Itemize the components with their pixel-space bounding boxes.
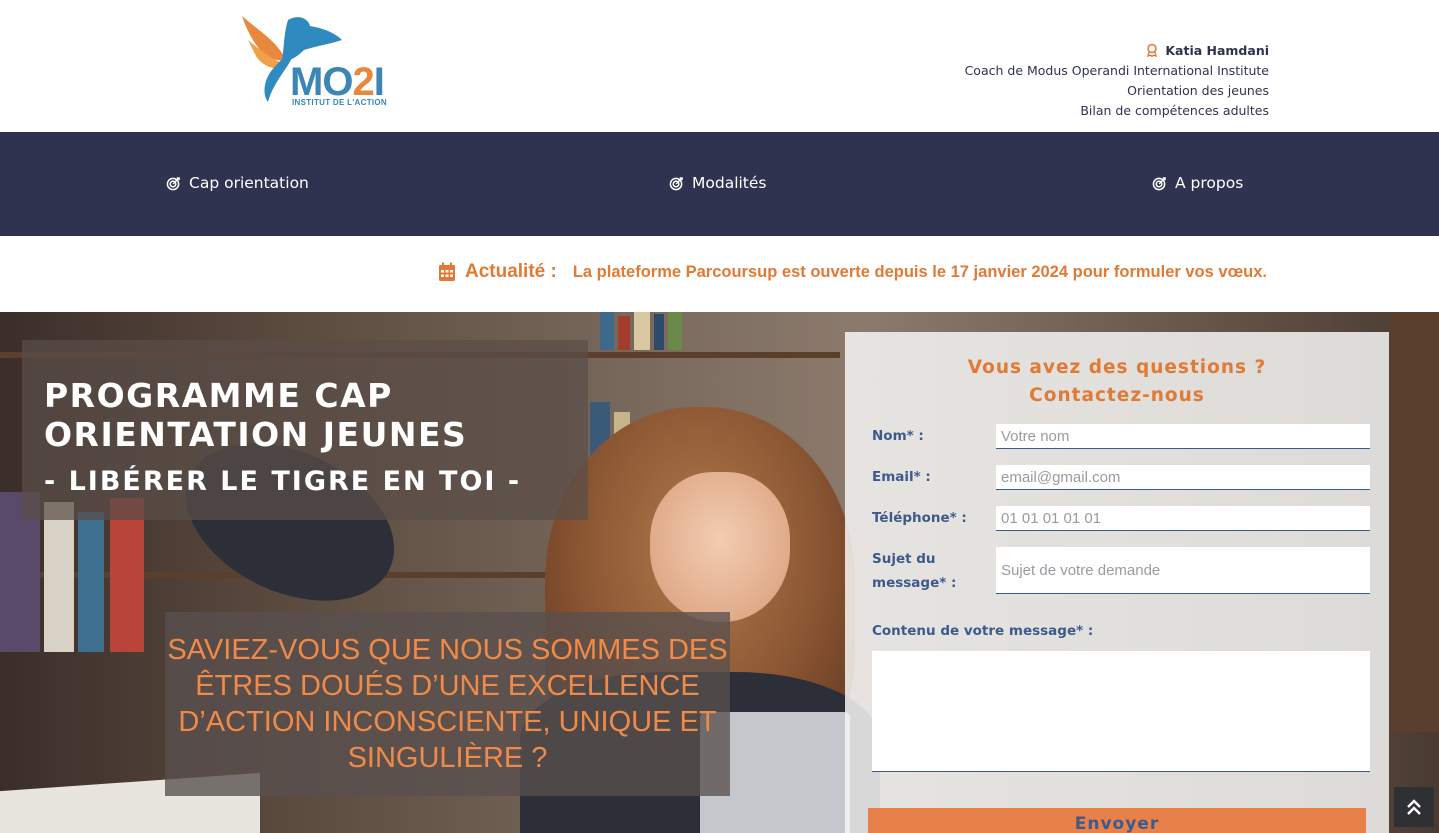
coach-line-3: Bilan de compétences adultes [1080,103,1269,118]
form-title-line-2: Contactez-nous [1029,385,1205,406]
double-chevron-up-icon [1407,799,1421,815]
phone-field[interactable] [996,506,1370,531]
nav-item-a-propos[interactable]: A propos [1152,174,1243,192]
coach-line-1: Coach de Modus Operandi International In… [964,63,1269,78]
hero-section: PROGRAMME CAP ORIENTATION JEUNES - LIBÉR… [0,312,1439,833]
coach-name-row: Katia Hamdani [965,41,1269,61]
coach-line-2: Orientation des jeunes [1127,83,1269,98]
subject-label-line-2: message* : [872,575,957,591]
target-icon [166,176,180,190]
contact-form: Vous avez des questions ? Contactez-nous… [845,332,1389,833]
message-field[interactable] [872,651,1370,772]
nav-item-cap-orientation[interactable]: Cap orientation [166,174,309,192]
logo-subtitle: INSTITUT DE L'ACTION [292,98,388,107]
message-label: Contenu de votre message* : [872,623,1094,639]
news-content: Actualité : La plateforme Parcoursup est… [438,261,1267,283]
news-banner: Actualité : La plateforme Parcoursup est… [0,236,1439,312]
book [44,502,74,652]
form-title-line-1: Vous avez des questions ? [967,357,1267,378]
subject-label: Sujet du message* : [872,547,956,595]
name-field[interactable] [996,424,1370,449]
girl-face [650,472,790,622]
coach-info: Katia Hamdani Coach de Modus Operandi In… [965,41,1269,121]
main-nav: Cap orientation Modalités A propos [0,132,1439,236]
email-label: Email* : [872,469,931,485]
subject-field[interactable] [996,547,1370,594]
target-icon [1152,176,1166,190]
target-icon [669,176,683,190]
news-text[interactable]: La plateforme Parcoursup est ouverte dep… [573,263,1267,282]
book [654,314,664,350]
nav-item-label: A propos [1175,174,1244,192]
award-icon [1147,43,1158,57]
logo[interactable]: MO2I INSTITUT DE L'ACTION [238,10,398,110]
hero-title-box: PROGRAMME CAP ORIENTATION JEUNES - LIBÉR… [22,340,588,520]
site-header: MO2I INSTITUT DE L'ACTION Katia Hamdani … [0,0,1439,132]
phone-label: Téléphone* : [872,510,967,526]
nav-item-label: Cap orientation [189,174,309,192]
hero-title: PROGRAMME CAP ORIENTATION JEUNES [44,376,467,454]
book [110,498,144,652]
subject-label-line-1: Sujet du [872,551,936,567]
submit-button[interactable]: Envoyer [868,808,1366,833]
book [78,512,104,652]
question-text: SAVIEZ-VOUS QUE NOUS SOMMES DES ÊTRES DO… [167,634,728,774]
coach-name: Katia Hamdani [1165,43,1269,58]
question-box: SAVIEZ-VOUS QUE NOUS SOMMES DES ÊTRES DO… [165,612,730,796]
nav-item-label: Modalités [692,174,767,192]
hero-title-line-1: PROGRAMME CAP [44,376,393,415]
name-label: Nom* : [872,428,924,444]
hero-subtitle: - LIBÉRER LE TIGRE EN TOI - [44,466,522,497]
bookshelf-side [1390,312,1439,732]
form-title: Vous avez des questions ? Contactez-nous [845,354,1389,410]
calendar-icon [438,262,455,281]
scroll-top-button[interactable] [1394,787,1434,827]
nav-item-modalites[interactable]: Modalités [669,174,767,192]
hero-title-line-2: ORIENTATION JEUNES [44,415,468,454]
news-label: Actualité : [464,261,557,282]
book [668,312,682,350]
book [634,312,650,350]
book [618,316,630,350]
book [600,312,614,350]
email-field[interactable] [996,465,1370,490]
logo-mark: MO2I [290,62,385,102]
